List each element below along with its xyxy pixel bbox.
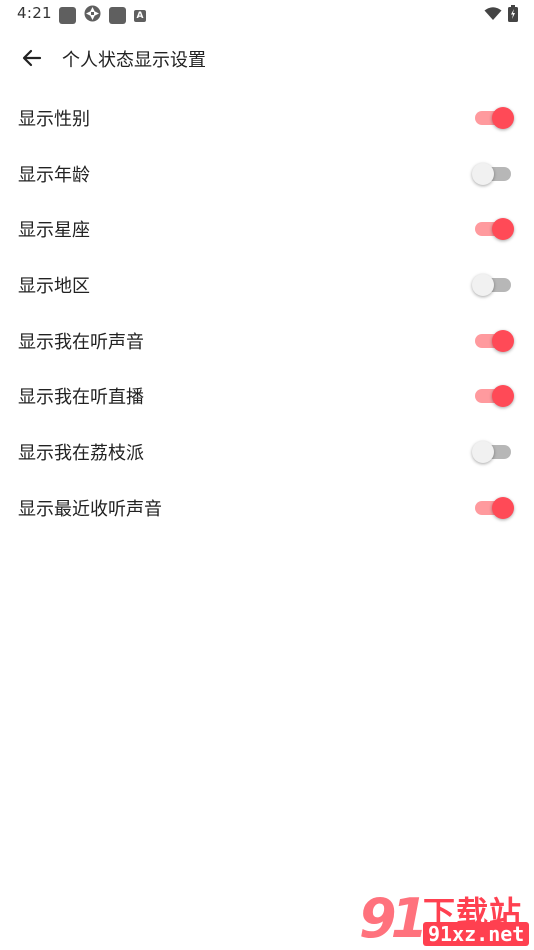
status-bar: 4:21 A bbox=[0, 0, 534, 28]
setting-row-listening-live: 显示我在听直播 bbox=[0, 368, 534, 424]
battery-charging-icon bbox=[508, 5, 518, 26]
a-badge-icon: A bbox=[134, 9, 146, 22]
toggle-thumb bbox=[492, 329, 514, 352]
setting-label: 显示我在荔枝派 bbox=[18, 442, 144, 464]
arrow-left-icon bbox=[22, 49, 42, 67]
app-header: 个人状态显示设置 bbox=[0, 36, 534, 80]
toggle-thumb bbox=[472, 273, 494, 296]
toggle-thumb bbox=[472, 440, 494, 463]
setting-label: 显示地区 bbox=[18, 275, 90, 297]
back-button[interactable] bbox=[18, 44, 46, 72]
status-notification-icons: A bbox=[59, 5, 146, 26]
toggle-switch[interactable] bbox=[472, 106, 514, 130]
setting-label: 显示我在听直播 bbox=[18, 387, 144, 409]
setting-row-lizhi-party: 显示我在荔枝派 bbox=[0, 424, 534, 480]
aperture-icon bbox=[84, 5, 101, 26]
notification-square-icon bbox=[59, 7, 76, 24]
setting-label: 显示性别 bbox=[18, 108, 90, 130]
watermark-subtitle: 91xz.net bbox=[423, 922, 530, 946]
toggle-switch[interactable] bbox=[472, 440, 514, 464]
toggle-switch[interactable] bbox=[472, 162, 514, 186]
setting-row-region: 显示地区 bbox=[0, 257, 534, 313]
setting-row-gender: 显示性别 bbox=[0, 90, 534, 146]
setting-row-listening-audio: 显示我在听声音 bbox=[0, 313, 534, 369]
setting-label: 显示星座 bbox=[18, 220, 90, 242]
settings-list: 显示性别 显示年龄 显示星座 显示地区 显示我在听声音 显示我在听直播 显示我在… bbox=[0, 90, 534, 536]
notification-square-icon bbox=[109, 7, 126, 24]
status-system-icons bbox=[484, 5, 518, 26]
watermark-91-icon: 91 bbox=[359, 887, 428, 950]
toggle-thumb bbox=[472, 162, 494, 185]
toggle-thumb bbox=[492, 106, 514, 129]
setting-row-zodiac: 显示星座 bbox=[0, 201, 534, 257]
toggle-switch[interactable] bbox=[472, 273, 514, 297]
watermark-logo: 91 下载站 91xz.net bbox=[357, 888, 532, 950]
setting-label: 显示我在听声音 bbox=[18, 331, 144, 353]
page-title: 个人状态显示设置 bbox=[62, 50, 206, 71]
status-time: 4:21 bbox=[17, 4, 52, 22]
setting-row-age: 显示年龄 bbox=[0, 146, 534, 202]
toggle-switch[interactable] bbox=[472, 217, 514, 241]
toggle-thumb bbox=[492, 496, 514, 519]
toggle-thumb bbox=[492, 385, 514, 408]
wifi-icon bbox=[484, 6, 502, 25]
toggle-switch[interactable] bbox=[472, 496, 514, 520]
setting-label: 显示年龄 bbox=[18, 164, 90, 186]
setting-label: 显示最近收听声音 bbox=[18, 498, 162, 520]
toggle-switch[interactable] bbox=[472, 329, 514, 353]
toggle-thumb bbox=[492, 218, 514, 241]
setting-row-recent-listened: 显示最近收听声音 bbox=[0, 480, 534, 536]
toggle-switch[interactable] bbox=[472, 384, 514, 408]
